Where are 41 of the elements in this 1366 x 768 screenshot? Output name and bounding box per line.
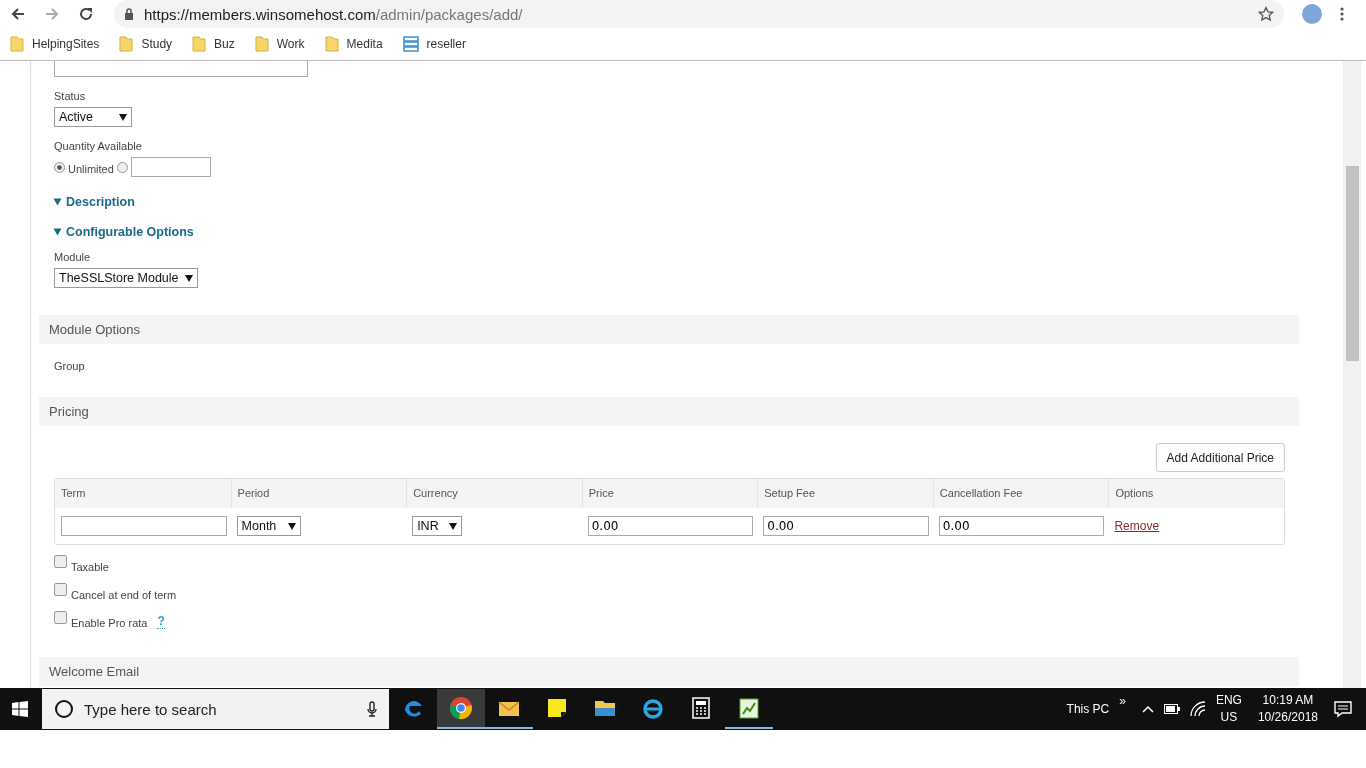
taskbar-search-field[interactable]: Type here to search xyxy=(42,689,389,729)
column-header: Term xyxy=(60,486,87,501)
bookmark-link[interactable]: Medita xyxy=(346,37,383,51)
bookmark-link[interactable]: reseller xyxy=(426,37,466,51)
field-label: Status xyxy=(54,90,86,102)
section-header: Pricing xyxy=(39,397,1299,426)
toolbar-label[interactable]: This PC xyxy=(1066,702,1110,716)
section-toggle[interactable]: Configurable Options xyxy=(54,225,194,239)
column-header: Options xyxy=(1108,479,1284,508)
price-field[interactable]: 0.00 xyxy=(587,516,754,536)
column-header: Cancellation Fee xyxy=(932,479,1109,508)
address-bar[interactable]: https://members.winsomehost.com/admin/packages/add/ xyxy=(114,0,1284,28)
radio-label: Unlimited xyxy=(68,163,114,175)
bookmark-link[interactable]: Buz xyxy=(214,37,235,51)
column-header: Period xyxy=(230,479,407,508)
section-header: Welcome Email xyxy=(39,657,1299,686)
period-select[interactable]: Month xyxy=(236,516,301,536)
setup-fee-field[interactable]: 0.00 xyxy=(763,516,929,536)
checkbox-label: Enable Pro rata xyxy=(71,617,148,629)
field-label: Module xyxy=(54,251,91,263)
bookmark-link[interactable]: Work xyxy=(276,37,305,51)
remove-link[interactable]: Remove xyxy=(1114,519,1160,533)
bookmark-link[interactable]: HelpingSites xyxy=(32,37,100,51)
checkbox-label: Cancel at end of term xyxy=(71,589,177,601)
bookmark-link[interactable]: Study xyxy=(141,37,173,51)
section-header: Module Options xyxy=(39,315,1299,344)
field-label: Group xyxy=(53,360,86,372)
column-header: Setup Fee xyxy=(757,479,933,508)
toolbar-chevron[interactable]: » xyxy=(1119,694,1126,708)
column-header: Currency xyxy=(406,479,582,508)
section-toggle[interactable]: Description xyxy=(54,195,135,209)
checkbox-label: Taxable xyxy=(71,561,109,573)
module-select[interactable]: TheSSLStore Module xyxy=(54,268,198,288)
clock[interactable]: 10:19 AM 10/26/2018 xyxy=(1257,692,1318,726)
cancellation-fee-field[interactable]: 0.00 xyxy=(938,516,1105,536)
field-label: Quantity Available xyxy=(54,140,142,152)
language-indicator[interactable]: ENG US xyxy=(1215,692,1242,726)
currency-select[interactable]: INR xyxy=(412,516,463,536)
add-price-button[interactable]: Add Additional Price xyxy=(1155,443,1285,472)
status-select[interactable]: Active xyxy=(54,107,132,127)
column-header: Price xyxy=(581,479,758,508)
